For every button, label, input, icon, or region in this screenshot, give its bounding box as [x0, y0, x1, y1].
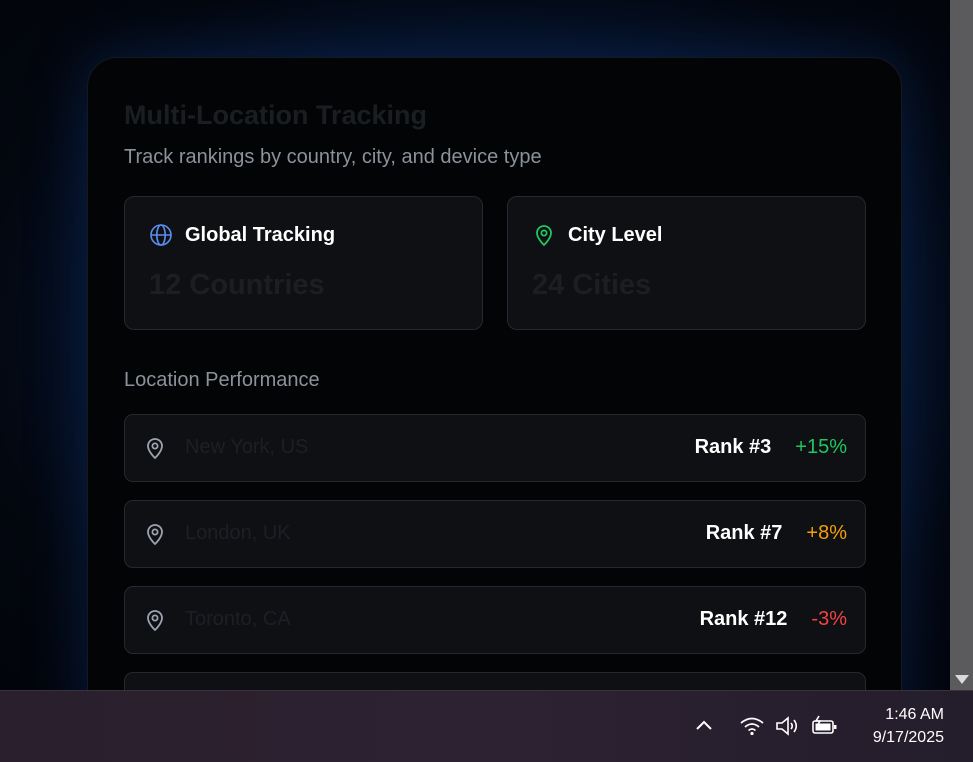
volume-icon[interactable]	[775, 715, 801, 737]
stat-value: 24 Cities	[532, 269, 652, 301]
tracking-card: Multi-Location Tracking Track rankings b…	[87, 57, 902, 690]
system-clock[interactable]: 1:46 AM 9/17/2025	[873, 703, 944, 749]
location-name: London, UK	[185, 522, 291, 544]
clock-time: 1:46 AM	[885, 706, 944, 723]
location-row-partial[interactable]	[124, 672, 866, 690]
stat-global-tracking: Global Tracking 12 Countries	[124, 196, 483, 330]
vertical-scrollbar[interactable]	[950, 0, 973, 690]
globe-icon	[150, 224, 172, 246]
clock-date: 9/17/2025	[872, 729, 944, 746]
location-name: Toronto, CA	[185, 608, 291, 630]
location-name: New York, US	[185, 436, 309, 458]
battery-icon[interactable]	[811, 715, 839, 737]
stat-label: Global Tracking	[185, 223, 336, 246]
location-rank: Rank #7	[705, 522, 783, 544]
app-viewport: Multi-Location Tracking Track rankings b…	[0, 0, 950, 690]
wifi-icon[interactable]	[739, 715, 765, 737]
map-pin-icon	[147, 524, 163, 546]
map-pin-icon	[147, 438, 163, 460]
location-rank: Rank #3	[694, 436, 772, 458]
location-row-london[interactable]: London, UK Rank #7 +8%	[124, 500, 866, 568]
taskbar: 1:46 AM 9/17/2025	[0, 690, 973, 762]
scroll-down-arrow-icon[interactable]	[955, 675, 969, 684]
location-change: +8%	[806, 522, 847, 544]
chevron-up-icon[interactable]	[694, 715, 714, 735]
stat-city-level: City Level 24 Cities	[507, 196, 866, 330]
map-pin-icon	[147, 610, 163, 632]
stat-label: City Level	[568, 223, 663, 246]
location-row-toronto[interactable]: Toronto, CA Rank #12 -3%	[124, 586, 866, 654]
map-pin-icon	[536, 225, 552, 247]
stat-value: 12 Countries	[149, 269, 325, 301]
location-row-new-york[interactable]: New York, US Rank #3 +15%	[124, 414, 866, 482]
location-change: -3%	[811, 608, 847, 630]
location-rank: Rank #12	[699, 608, 788, 630]
location-change: +15%	[795, 436, 847, 458]
card-subtitle: Track rankings by country, city, and dev…	[124, 146, 542, 168]
section-title: Location Performance	[124, 369, 320, 391]
card-title: Multi-Location Tracking	[124, 100, 428, 130]
